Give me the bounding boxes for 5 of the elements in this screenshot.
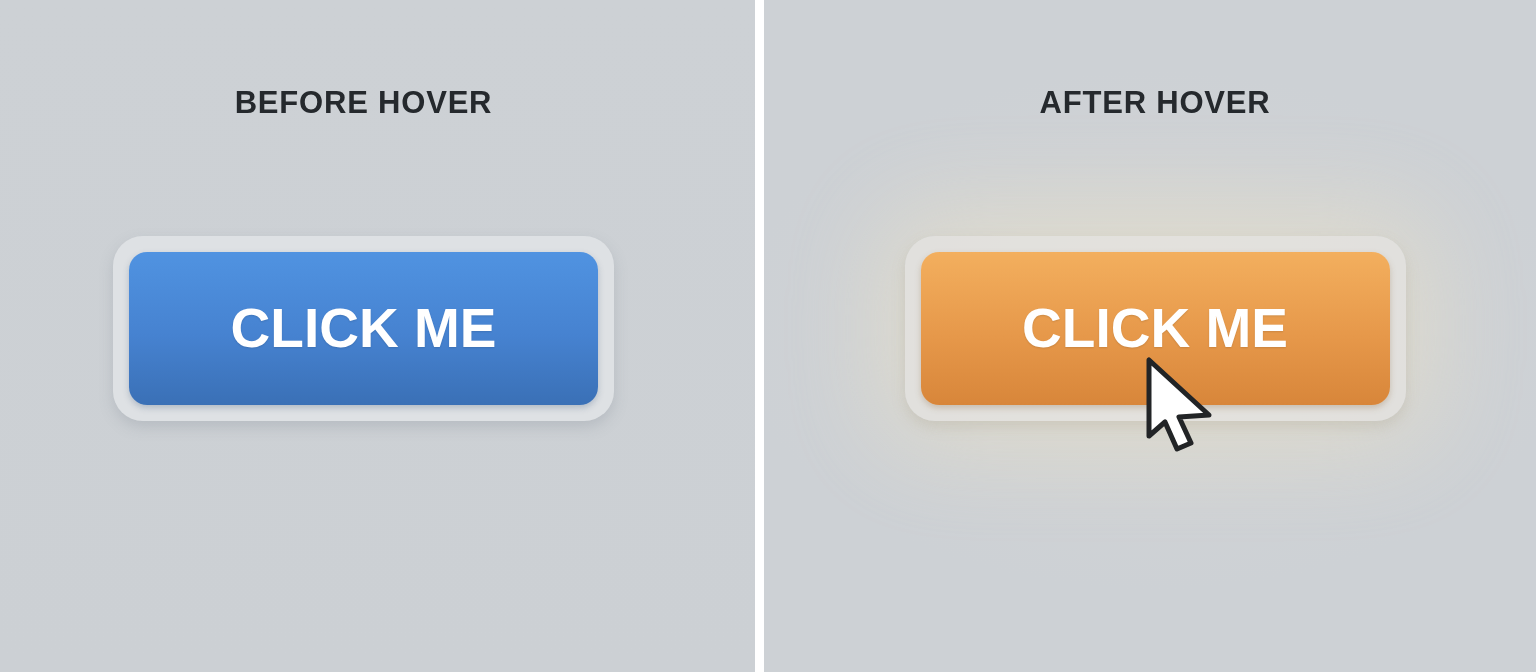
panel-title: AFTER HOVER bbox=[1039, 84, 1271, 122]
cursor-icon bbox=[1144, 356, 1213, 454]
click-button[interactable]: CLICK ME bbox=[920, 252, 1390, 405]
panel-title: BEFORE HOVER bbox=[234, 84, 493, 122]
click-button[interactable]: CLICK ME bbox=[129, 252, 598, 405]
